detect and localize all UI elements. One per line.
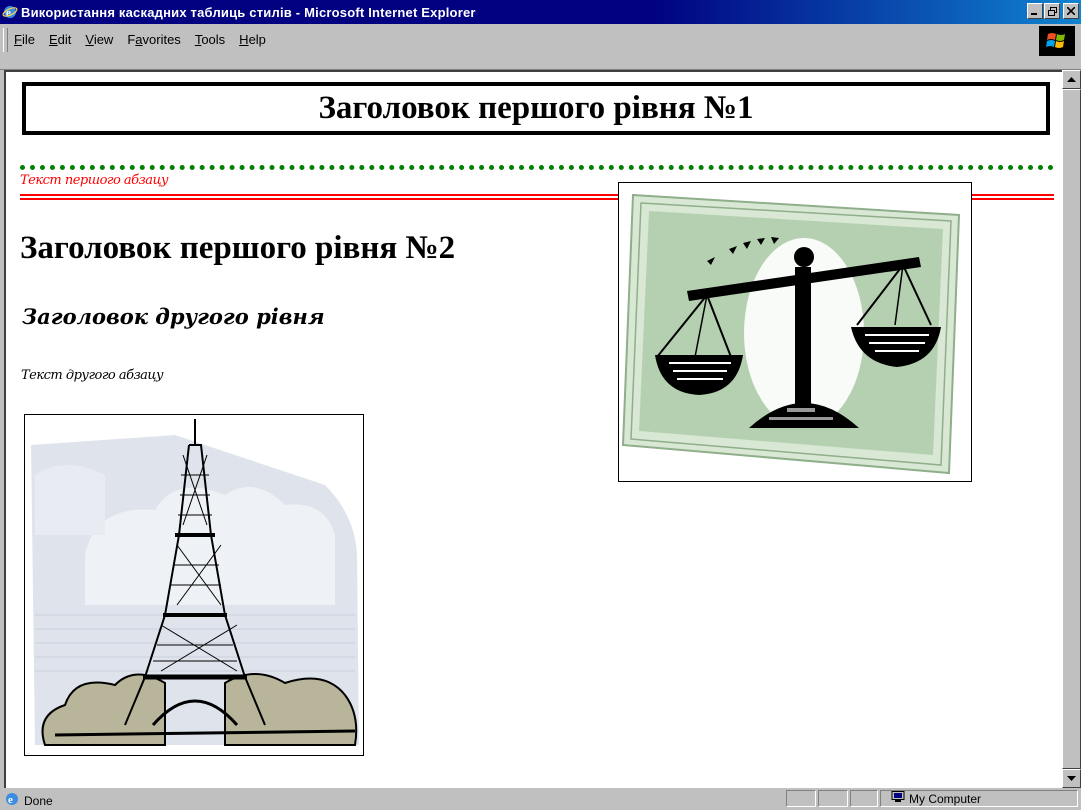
paragraph-second: Текст другого абзацу	[21, 368, 164, 383]
windows-logo-icon	[1039, 26, 1075, 56]
ie-icon[interactable]: e	[2, 4, 18, 20]
security-zone: My Computer	[880, 790, 1078, 807]
my-computer-icon	[891, 791, 905, 806]
eiffel-tower-image	[24, 414, 364, 756]
scroll-down-button[interactable]	[1062, 769, 1081, 788]
status-text: Done	[24, 793, 53, 808]
menu-help[interactable]: Help	[239, 32, 266, 47]
menu-file[interactable]: File	[14, 32, 35, 47]
status-panel-3	[850, 790, 878, 807]
heading-first-level-2: Заголовок першого рівня №2	[20, 230, 456, 266]
status-panel-2	[818, 790, 848, 807]
menu-tools[interactable]: Tools	[195, 32, 225, 47]
close-button[interactable]	[1063, 3, 1079, 19]
menu-favorites[interactable]: Favorites	[127, 32, 180, 47]
title-bar: e Використання каскадних таблиць стилів …	[0, 0, 1081, 24]
svg-text:e: e	[8, 794, 13, 806]
heading-second-level: Заголовок другого рівня	[22, 304, 325, 329]
status-panel-1	[786, 790, 816, 807]
heading-first-level-1: Заголовок першого рівня №1	[22, 82, 1050, 135]
page-done-icon: e	[4, 791, 20, 810]
maximize-button[interactable]	[1044, 3, 1060, 19]
paragraph-first: Текст першого абзацу	[20, 173, 169, 188]
menu-edit[interactable]: Edit	[49, 32, 71, 47]
scroll-up-button[interactable]	[1062, 70, 1081, 89]
page-viewport: Заголовок першого рівня №1 Текст першого…	[4, 70, 1062, 788]
scales-of-justice-image	[618, 182, 972, 482]
window-title: Використання каскадних таблиць стилів - …	[21, 4, 476, 20]
menu-view[interactable]: View	[85, 32, 113, 47]
minimize-button[interactable]	[1027, 3, 1043, 19]
menu-grip[interactable]	[3, 28, 8, 52]
vertical-scrollbar[interactable]	[1062, 70, 1081, 788]
zone-label: My Computer	[909, 791, 982, 806]
menu-bar: File Edit View Favorites Tools Help	[0, 24, 1081, 70]
scroll-thumb[interactable]	[1062, 89, 1081, 769]
status-bar: e Done My Computer	[0, 788, 1081, 810]
dotted-separator	[20, 165, 1054, 170]
